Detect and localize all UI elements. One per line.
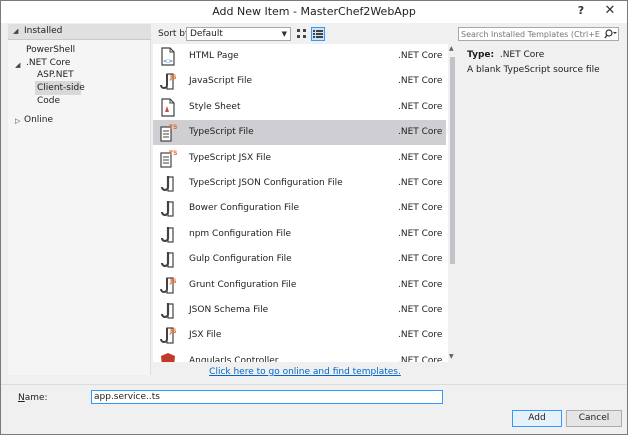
template-category: .NET Core (398, 280, 443, 290)
title-bar: Add New Item - MasterChef2WebApp ? ✕ (1, 1, 627, 23)
template-category: .NET Core (398, 356, 443, 362)
template-name: Gulp Configuration File (189, 254, 292, 264)
search-input[interactable] (461, 28, 601, 40)
template-category: .NET Core (398, 330, 443, 340)
template-row[interactable]: <> HTML Page .NET Core (153, 44, 446, 69)
template-category: .NET Core (398, 127, 443, 137)
add-new-item-dialog: Add New Item - MasterChef2WebApp ? ✕ ◢ I… (0, 0, 628, 435)
typescript-jsx-file-icon: TS (159, 149, 177, 168)
details-panel: Type: .NET Core A blank TypeScript sourc… (459, 44, 621, 375)
type-value: .NET Core (499, 50, 545, 60)
name-label: Name: (18, 393, 48, 403)
json-schema-icon (159, 301, 177, 320)
template-category: .NET Core (398, 203, 443, 213)
template-category: .NET Core (398, 102, 443, 112)
template-row[interactable]: JS JSX File .NET Core (153, 323, 446, 348)
scroll-down-arrow-icon[interactable]: ▼ (449, 353, 454, 360)
gulp-config-icon (159, 250, 177, 269)
template-category: .NET Core (398, 305, 443, 315)
add-button[interactable]: Add (512, 410, 562, 427)
template-name: TypeScript JSON Configuration File (189, 178, 343, 188)
sort-by-dropdown[interactable]: Default ▼ (186, 27, 291, 41)
template-row[interactable]: Style Sheet .NET Core (153, 95, 446, 120)
type-label: Type: (467, 50, 495, 60)
angular-icon (159, 352, 177, 362)
template-row[interactable]: JSON Schema File .NET Core (153, 298, 446, 323)
svg-text:JS: JS (169, 328, 177, 335)
sort-by-value: Default (190, 29, 223, 39)
template-row[interactable]: AngularJs Controller .NET Core (153, 349, 446, 362)
svg-text:<>: <> (163, 58, 173, 65)
chevron-down-icon: ▼ (281, 30, 287, 38)
dialog-title: Add New Item - MasterChef2WebApp (212, 5, 416, 18)
template-name: HTML Page (189, 51, 239, 61)
divider (1, 384, 627, 385)
svg-text:JS: JS (169, 74, 177, 81)
grunt-config-icon: JS (159, 276, 177, 295)
template-description: A blank TypeScript source file (467, 65, 600, 75)
jsx-file-icon: JS (159, 326, 177, 345)
tree-item-code[interactable]: Code (37, 95, 60, 108)
template-name: JavaScript File (189, 76, 253, 86)
installed-header[interactable]: ◢ Installed (8, 24, 151, 40)
template-name: Grunt Configuration File (189, 280, 297, 290)
vertical-scrollbar[interactable]: ▲ ▼ (448, 44, 457, 362)
template-name: TypeScript JSX File (189, 153, 272, 163)
template-category: .NET Core (398, 178, 443, 188)
template-name: Style Sheet (189, 102, 241, 112)
template-row[interactable]: JS Grunt Configuration File .NET Core (153, 273, 446, 298)
search-icon[interactable] (603, 28, 618, 40)
template-category: .NET Core (398, 76, 443, 86)
svg-text:JS: JS (169, 278, 177, 285)
svg-text:TS: TS (169, 124, 177, 131)
list-view-icon[interactable] (311, 27, 325, 41)
template-category: .NET Core (398, 254, 443, 264)
template-row[interactable]: Gulp Configuration File .NET Core (153, 247, 446, 272)
template-row[interactable]: TS TypeScript File .NET Core (153, 120, 446, 145)
svg-text:TS: TS (169, 150, 177, 157)
find-online-link[interactable]: Click here to go online and find templat… (153, 367, 457, 377)
grid-view-icon[interactable] (296, 28, 308, 40)
template-row[interactable]: TypeScript JSON Configuration File .NET C… (153, 171, 446, 196)
stylesheet-icon (159, 98, 177, 117)
template-name: AngularJs Controller (189, 356, 279, 362)
tree-item-online[interactable]: Online (24, 114, 53, 127)
collapse-arrow-icon: ◢ (13, 27, 19, 35)
scroll-up-arrow-icon[interactable]: ▲ (449, 45, 454, 52)
template-row[interactable]: JS JavaScript File .NET Core (153, 69, 446, 94)
search-box (458, 27, 619, 41)
template-row[interactable]: Bower Configuration File .NET Core (153, 196, 446, 221)
cancel-button[interactable]: Cancel (566, 410, 622, 427)
template-category: .NET Core (398, 51, 443, 61)
template-category: .NET Core (398, 153, 443, 163)
javascript-file-icon: JS (159, 72, 177, 91)
template-row[interactable]: npm Configuration File .NET Core (153, 222, 446, 247)
bower-config-icon (159, 199, 177, 218)
expanded-arrow-icon[interactable]: ◢ (15, 61, 20, 69)
npm-config-icon (159, 225, 177, 244)
template-name: npm Configuration File (189, 229, 292, 239)
template-name: JSX File (189, 330, 222, 340)
typescript-json-config-icon (159, 174, 177, 193)
template-row[interactable]: TS TypeScript JSX File .NET Core (153, 146, 446, 171)
template-category: .NET Core (398, 229, 443, 239)
template-list: <> HTML Page .NET Core JS JavaScript File .NE… (153, 44, 448, 362)
collapsed-arrow-icon[interactable]: ▷ (15, 117, 20, 125)
help-button[interactable]: ? (574, 3, 588, 19)
close-button[interactable]: ✕ (599, 3, 621, 19)
template-name: JSON Schema File (189, 305, 269, 315)
tree-item-powershell[interactable]: PowerShell (26, 44, 75, 57)
tree-item-aspnet[interactable]: ASP.NET (37, 69, 74, 82)
category-tree: ◢ Installed PowerShell ◢ .NET Core ASP.N… (8, 24, 151, 375)
template-name: Bower Configuration File (189, 203, 300, 213)
tree-item-client-side[interactable]: Client-side (37, 82, 85, 95)
type-row: Type: .NET Core (467, 50, 544, 60)
typescript-file-icon: TS (159, 123, 177, 142)
html-page-icon: <> (159, 47, 177, 66)
name-field[interactable] (91, 390, 443, 404)
installed-label: Installed (24, 26, 63, 36)
scrollbar-thumb[interactable] (450, 57, 455, 264)
template-name: TypeScript File (189, 127, 254, 137)
